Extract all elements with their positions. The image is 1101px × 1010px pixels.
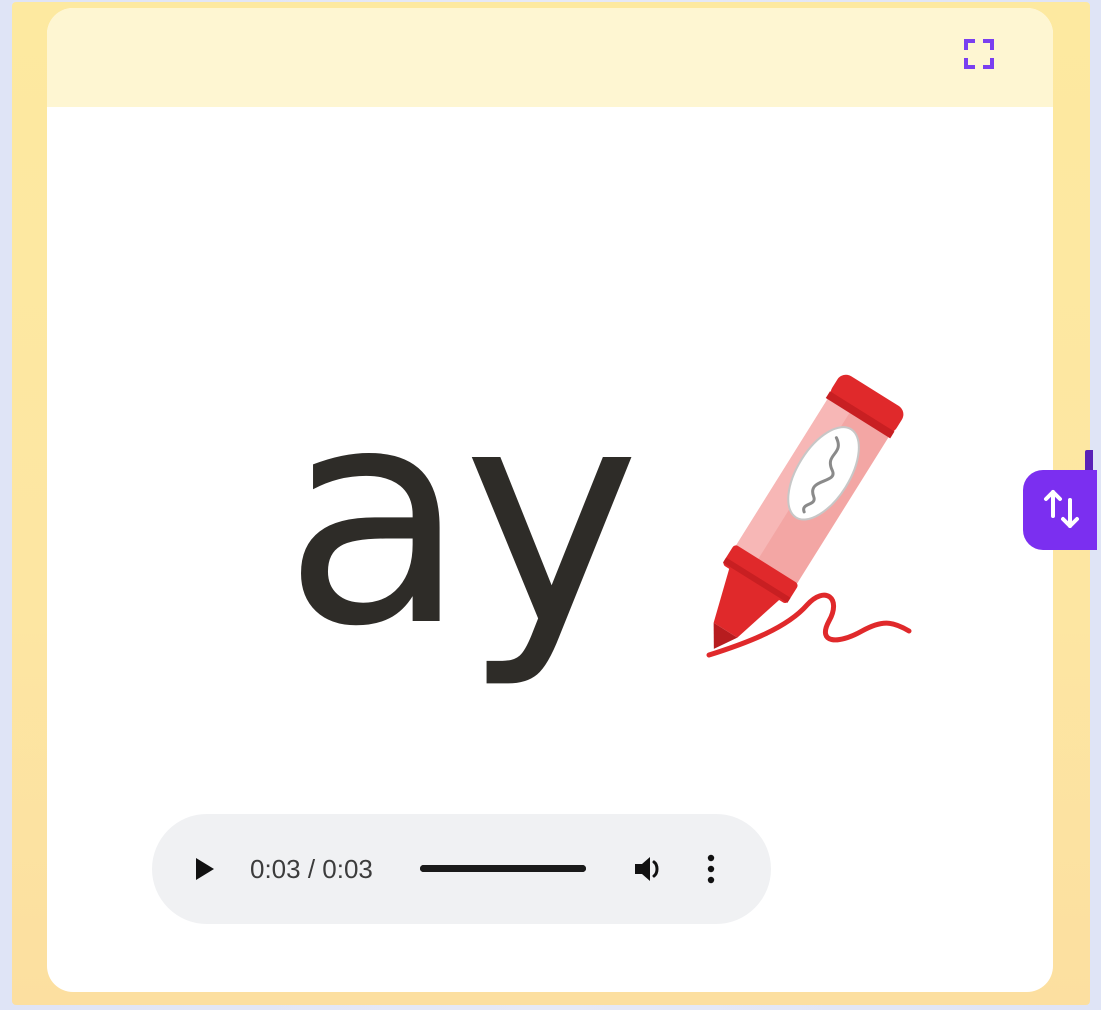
more-vertical-icon[interactable]: [704, 852, 718, 886]
crayon-image: [687, 373, 927, 673]
audio-progress-bar[interactable]: [420, 865, 586, 872]
audio-player: 0:03 / 0:03: [152, 814, 771, 924]
swap-vertical-button[interactable]: [1023, 470, 1097, 550]
swap-vertical-icon: [1044, 490, 1079, 528]
phoneme-text: ay: [283, 343, 640, 692]
phonics-card: ay 0:03 / 0:03: [47, 8, 1053, 992]
volume-icon[interactable]: [632, 852, 668, 886]
play-icon[interactable]: [192, 856, 218, 882]
card-header: [47, 8, 1053, 107]
audio-time: 0:03 / 0:03: [250, 854, 373, 884]
fullscreen-icon[interactable]: [963, 38, 995, 70]
audio-progress-fill: [420, 865, 586, 872]
